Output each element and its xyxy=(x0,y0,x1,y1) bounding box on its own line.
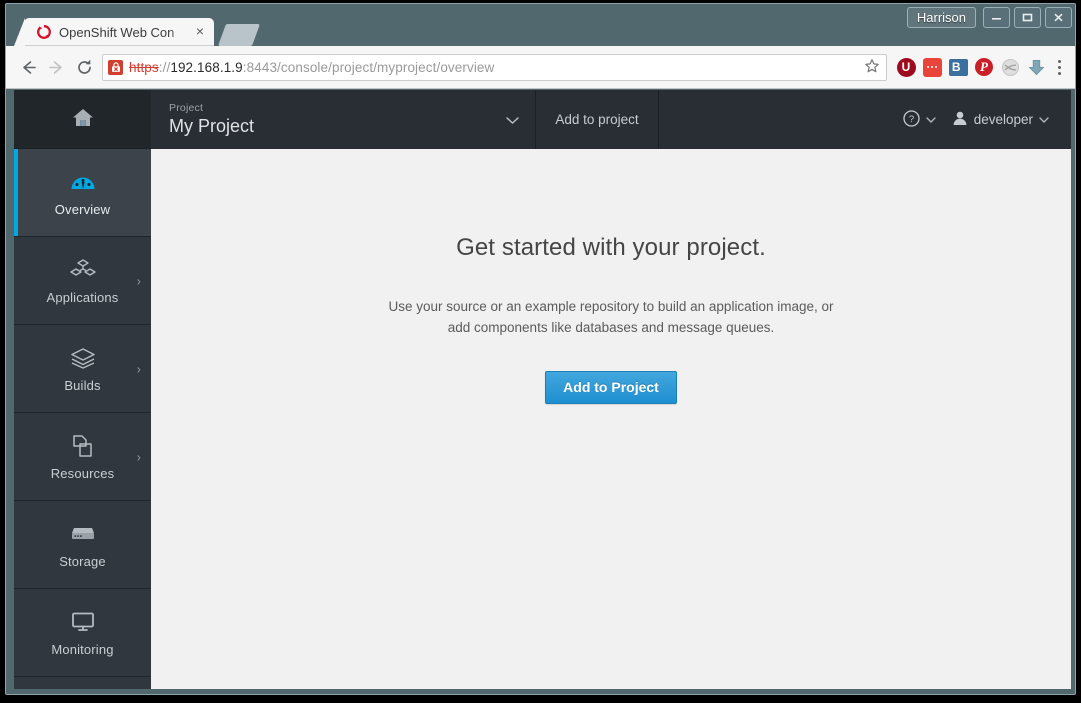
ublock-origin-extension-icon[interactable]: U xyxy=(893,54,919,80)
address-bar-url: https://192.168.1.9:8443/console/project… xyxy=(129,60,494,75)
sidebar-item-builds[interactable]: Builds › xyxy=(14,325,151,413)
url-host: 192.168.1.9 xyxy=(170,59,243,75)
avatar xyxy=(952,110,968,129)
address-bar[interactable]: https://192.168.1.9:8443/console/project… xyxy=(102,53,887,81)
ublock-glyph: U xyxy=(896,57,916,77)
not-secure-lock-icon[interactable] xyxy=(108,59,123,75)
url-scheme: https xyxy=(129,59,159,75)
tab-title: OpenShift Web Con xyxy=(59,24,175,40)
storage-drive-icon xyxy=(70,521,96,547)
cubes-icon xyxy=(69,257,97,283)
bookmark-star-icon[interactable] xyxy=(864,58,882,76)
blue-b-glyph: B xyxy=(948,58,968,76)
monitor-icon xyxy=(70,609,96,635)
sidebar-item-label: Storage xyxy=(59,553,106,569)
sidebar-item-resources[interactable]: Resources › xyxy=(14,413,151,501)
dots-glyph xyxy=(922,57,942,77)
layers-icon xyxy=(70,345,96,371)
new-tab-button[interactable] xyxy=(217,24,261,46)
help-menu[interactable]: ? xyxy=(903,109,936,130)
add-to-project-button[interactable]: Add to Project xyxy=(545,371,677,404)
dashboard-gauge-icon xyxy=(70,169,96,195)
url-separator: :// xyxy=(158,59,171,75)
sidebar-item-overview[interactable]: Overview xyxy=(14,149,151,237)
browser-window: Harrison OpenShift Web Con × https://192… xyxy=(5,3,1076,695)
user-name: developer xyxy=(973,112,1033,127)
tab-openshift-web-console[interactable]: OpenShift Web Con × xyxy=(14,18,214,46)
chevron-down-icon xyxy=(926,114,936,126)
download-extension-icon[interactable] xyxy=(1023,54,1049,80)
sidebar-item-storage[interactable]: Storage xyxy=(14,501,151,589)
tab-close-icon[interactable]: × xyxy=(192,24,208,40)
home-icon xyxy=(71,106,95,133)
add-to-project-nav-item[interactable]: Add to project xyxy=(536,90,659,149)
reload-icon[interactable] xyxy=(70,53,98,81)
dots-extension-icon[interactable] xyxy=(919,54,945,80)
blue-b-extension-icon[interactable]: B xyxy=(945,54,971,80)
forward-icon[interactable] xyxy=(42,53,70,81)
browser-toolbar: https://192.168.1.9:8443/console/project… xyxy=(6,46,1075,89)
chevron-down-icon xyxy=(1039,114,1049,126)
sidebar-item-label: Applications xyxy=(46,289,119,305)
sidebar-item-label: Resources xyxy=(50,465,115,481)
chevron-right-icon: › xyxy=(136,273,141,288)
page-description: Use your source or an example repository… xyxy=(388,299,834,335)
sidebar-item-home[interactable] xyxy=(14,90,151,149)
svg-text:?: ? xyxy=(909,114,914,125)
openshift-logo-icon xyxy=(36,24,52,40)
page-viewport: Overview Applications › Builds › Resourc… xyxy=(14,90,1071,689)
back-icon[interactable] xyxy=(14,53,42,81)
project-name: My Project xyxy=(169,116,255,136)
help-circle-icon: ? xyxy=(903,109,920,130)
project-selector[interactable]: Project My Project xyxy=(151,90,536,149)
sidebar-item-label: Monitoring xyxy=(51,641,114,657)
chrome-menu-icon[interactable] xyxy=(1049,59,1069,75)
sidebar-item-label: Builds xyxy=(64,377,101,393)
sidebar-item-monitoring[interactable]: Monitoring xyxy=(14,589,151,677)
sidebar-item-label: Overview xyxy=(54,201,111,217)
documents-icon xyxy=(71,433,95,459)
pinterest-extension-icon[interactable]: P xyxy=(971,54,997,80)
console-sidebar: Overview Applications › Builds › Resourc… xyxy=(14,90,151,689)
main-content: Get started with your project. Use your … xyxy=(151,149,1071,689)
chevron-right-icon: › xyxy=(136,449,141,464)
gray-circle-extension-icon[interactable] xyxy=(997,54,1023,80)
user-menu[interactable]: developer xyxy=(952,110,1049,129)
pinterest-glyph: P xyxy=(975,58,993,76)
project-kicker-label: Project xyxy=(169,102,204,114)
sidebar-item-applications[interactable]: Applications › xyxy=(14,237,151,325)
chevron-right-icon: › xyxy=(136,361,141,376)
chevron-down-icon xyxy=(506,112,519,127)
console-topnav: Project My Project Add to project ? deve… xyxy=(151,90,1071,149)
url-path: :8443/console/project/myproject/overview xyxy=(242,59,495,75)
tab-strip: OpenShift Web Con × xyxy=(6,18,1075,46)
sidebar-item-partial[interactable] xyxy=(14,677,151,689)
page-title: Get started with your project. xyxy=(456,234,766,261)
topnav-right-group: ? developer xyxy=(903,90,1071,149)
